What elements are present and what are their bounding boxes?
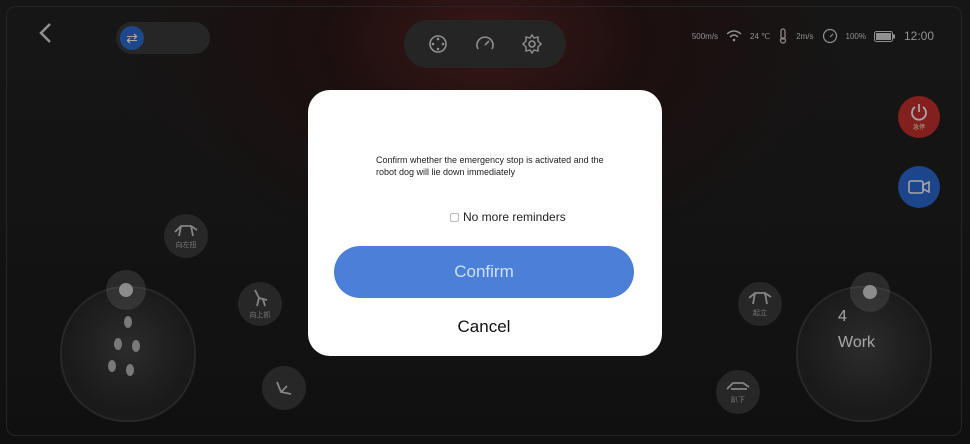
- no-more-reminders-label: No more reminders: [463, 210, 566, 224]
- no-more-reminders-checkbox[interactable]: [450, 212, 459, 222]
- cancel-button[interactable]: Cancel: [334, 310, 634, 344]
- robot-control-screen: ⇄ 500m/s 24 ℃ 2m/s 100% 12:00 急停 向左扭 向上抓…: [0, 0, 970, 444]
- no-more-reminders-option[interactable]: No more reminders: [450, 210, 566, 224]
- dialog-message: Confirm whether the emergency stop is ac…: [376, 155, 604, 177]
- emergency-stop-dialog: Confirm whether the emergency stop is ac…: [308, 90, 662, 356]
- confirm-button[interactable]: Confirm: [334, 246, 634, 298]
